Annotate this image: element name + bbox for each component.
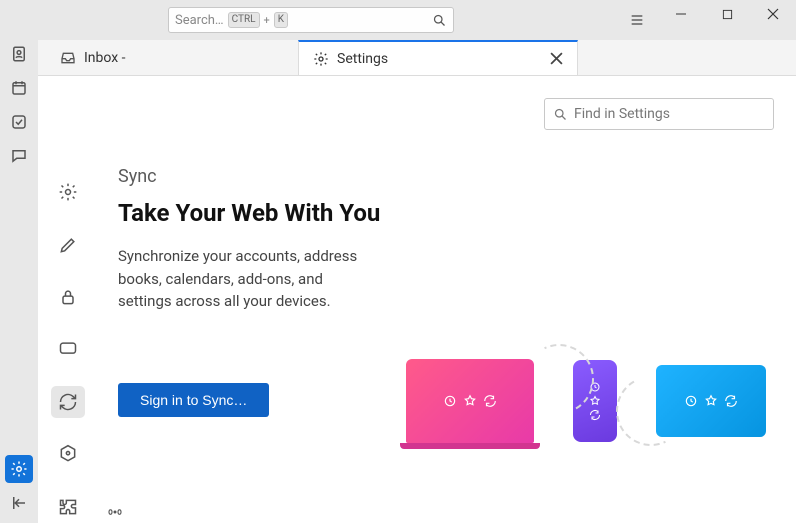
inbox-icon <box>60 50 76 66</box>
rail-address-book[interactable] <box>5 40 33 68</box>
tab-inbox-label: Inbox - <box>84 50 126 66</box>
app-menu-button[interactable] <box>623 6 651 34</box>
settings-category-account[interactable] <box>51 438 85 470</box>
tasks-icon <box>10 113 28 131</box>
hamburger-icon <box>629 12 645 28</box>
sync-description: Synchronize your accounts, address books… <box>118 245 378 313</box>
address-book-icon <box>10 45 28 63</box>
window-controls <box>658 0 796 28</box>
illustration-laptop-icon <box>406 359 534 443</box>
calendar-icon <box>10 79 28 97</box>
tab-settings[interactable]: Settings <box>298 40 578 75</box>
kbd-k: K <box>274 12 288 28</box>
settings-main-panel: Find in Settings Sync Take Your Web With… <box>98 76 796 523</box>
connection-status-icon <box>106 505 124 519</box>
rail-calendar[interactable] <box>5 74 33 102</box>
settings-category-general[interactable] <box>51 176 85 208</box>
rail-tasks[interactable] <box>5 108 33 136</box>
sync-icon <box>58 392 78 412</box>
rail-settings[interactable] <box>5 455 33 483</box>
window-minimize-button[interactable] <box>658 0 704 28</box>
window-maximize-button[interactable] <box>704 0 750 28</box>
minimize-icon <box>675 8 687 20</box>
lock-icon <box>58 287 78 307</box>
sync-section-title: Sync <box>118 166 776 187</box>
tab-settings-close-button[interactable] <box>550 52 563 65</box>
titlebar: Search… CTRL + K <box>0 0 796 40</box>
kbd-plus: + <box>264 14 270 27</box>
search-placeholder-text: Search… <box>175 13 224 28</box>
settings-category-composition[interactable] <box>51 228 85 260</box>
hexagon-user-icon <box>58 444 78 464</box>
kbd-ctrl: CTRL <box>228 12 260 28</box>
rail-collapse[interactable] <box>5 489 33 517</box>
settings-content: Find in Settings Sync Take Your Web With… <box>38 76 796 523</box>
sync-illustration <box>406 336 766 466</box>
search-icon <box>432 13 447 28</box>
search-icon <box>553 107 568 122</box>
tab-strip: Inbox - Settings <box>38 40 796 76</box>
puzzle-icon <box>58 497 78 517</box>
settings-category-sync[interactable] <box>51 386 85 418</box>
gear-icon <box>10 460 28 478</box>
settings-category-privacy[interactable] <box>51 281 85 313</box>
tab-inbox[interactable]: Inbox - <box>38 40 298 75</box>
tab-settings-label: Settings <box>337 51 388 67</box>
close-icon <box>767 8 779 20</box>
settings-category-chat[interactable] <box>51 333 85 365</box>
sync-heading: Take Your Web With You <box>118 199 776 227</box>
sign-in-to-sync-button[interactable]: Sign in to Sync… <box>118 383 269 417</box>
app-rail <box>0 0 38 523</box>
window-close-button[interactable] <box>750 0 796 28</box>
close-icon <box>550 52 563 65</box>
gear-icon <box>58 182 78 202</box>
settings-category-rail <box>38 76 98 523</box>
settings-category-addons[interactable] <box>51 491 85 523</box>
find-in-settings-input[interactable]: Find in Settings <box>544 98 774 130</box>
global-search-input[interactable]: Search… CTRL + K <box>168 7 454 33</box>
chat-bubble-icon <box>10 147 28 165</box>
chat-icon <box>58 339 78 359</box>
gear-icon <box>313 51 329 67</box>
maximize-icon <box>722 9 733 20</box>
rail-chat[interactable] <box>5 142 33 170</box>
pencil-icon <box>58 235 78 255</box>
collapse-left-icon <box>10 494 28 512</box>
sync-section: Sync Take Your Web With You Synchronize … <box>118 166 776 417</box>
find-in-settings-placeholder: Find in Settings <box>574 106 670 122</box>
